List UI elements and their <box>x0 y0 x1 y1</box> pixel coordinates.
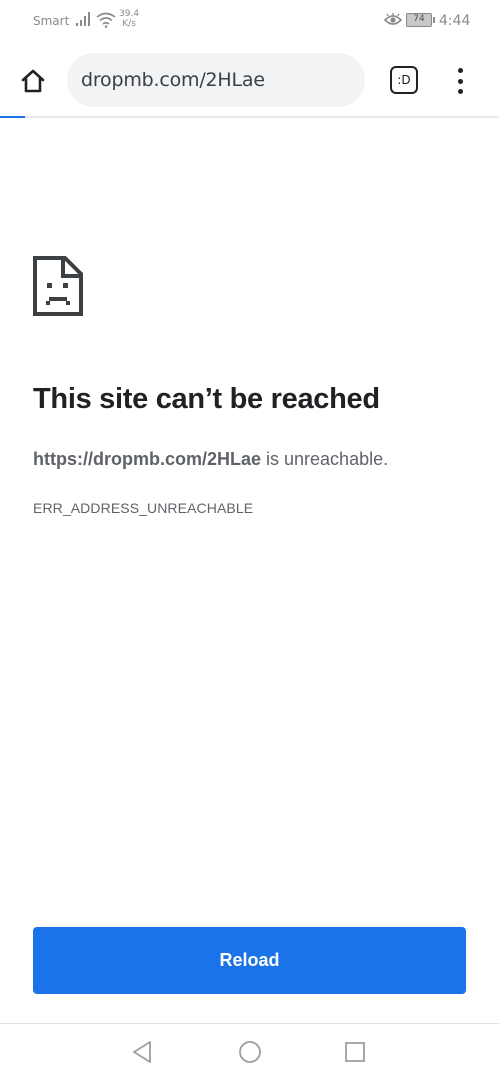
carrier-label: Smart <box>33 14 70 28</box>
battery-icon: 74 <box>406 13 432 27</box>
status-bar: Smart 39.4 K/s 74 4:44 <box>0 0 499 44</box>
page-progress-bar <box>0 116 499 118</box>
page-progress-fill <box>0 116 25 118</box>
recents-icon[interactable] <box>344 1041 366 1063</box>
error-description: https://dropmb.com/2HLae is unreachable. <box>33 449 388 470</box>
url-bar[interactable]: dropmb.com/2HLae <box>67 53 365 107</box>
wifi-icon <box>96 12 116 28</box>
system-nav-bar <box>0 1024 499 1080</box>
overflow-menu-icon <box>457 68 463 73</box>
tab-switcher-button[interactable]: :D <box>390 66 418 94</box>
error-title: This site can’t be reached <box>33 383 380 415</box>
overflow-menu-button[interactable] <box>448 66 472 96</box>
signal-icon <box>76 12 90 26</box>
url-text: dropmb.com/2HLae <box>81 69 265 91</box>
browser-toolbar: dropmb.com/2HLae :D <box>0 44 499 116</box>
home-circle-icon[interactable] <box>238 1040 262 1064</box>
back-icon[interactable] <box>131 1040 153 1064</box>
error-desc-suffix: is unreachable. <box>261 449 389 469</box>
home-button[interactable] <box>16 64 50 98</box>
battery-tip <box>433 17 435 23</box>
error-url: https://dropmb.com/2HLae <box>33 449 262 469</box>
network-speed: 39.4 K/s <box>119 9 140 29</box>
reload-button[interactable]: Reload <box>33 927 466 994</box>
eye-comfort-icon <box>384 13 402 25</box>
clock: 4:44 <box>439 13 471 29</box>
tab-switcher-icon: :D <box>397 73 411 87</box>
sad-page-icon <box>33 256 83 316</box>
home-icon <box>21 69 45 93</box>
error-code[interactable]: ERR_ADDRESS_UNREACHABLE <box>33 500 253 516</box>
